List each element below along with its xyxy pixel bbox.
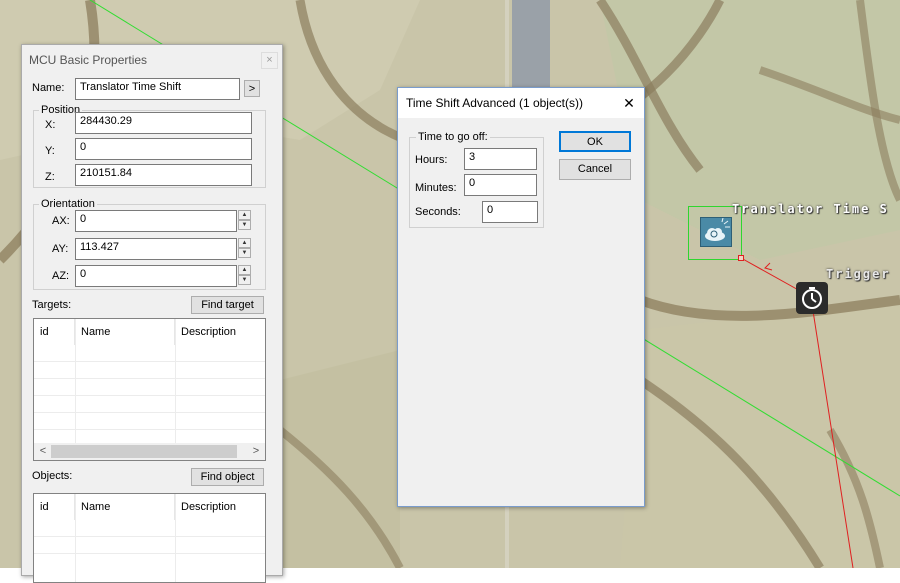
name-label: Name: (32, 82, 65, 94)
objects-col-name[interactable]: Name (75, 494, 175, 520)
objects-row-line (34, 536, 265, 537)
find-object-button[interactable]: Find object (191, 468, 264, 486)
objects-divider (75, 494, 76, 582)
name-arrow-button[interactable]: > (244, 80, 260, 97)
x-label: X: (45, 119, 56, 131)
time-shift-dialog: Time Shift Advanced (1 object(s)) ✕ Time… (397, 87, 645, 507)
find-target-button[interactable]: Find target (191, 296, 264, 314)
targets-label: Targets: (32, 299, 72, 311)
panel-close-button[interactable]: × (261, 52, 278, 69)
scroll-right-button[interactable]: > (249, 443, 263, 460)
translator-map-label: Translator Time S (732, 202, 889, 216)
targets-row-line (34, 378, 265, 379)
targets-col-id[interactable]: id (34, 319, 75, 345)
time-group-title: Time to go off: (416, 131, 490, 143)
orientation-group-title: Orientation (39, 198, 97, 210)
targets-divider (175, 319, 176, 460)
ok-button[interactable]: OK (559, 131, 631, 152)
az-label: AZ: (52, 270, 70, 282)
z-field[interactable]: 210151.84 (75, 164, 252, 186)
clock-icon[interactable] (796, 282, 828, 314)
ax-label: AX: (52, 215, 70, 227)
ay-field[interactable]: 113.427 (75, 238, 237, 260)
targets-table[interactable]: id Name Description < > (33, 318, 266, 461)
objects-divider (175, 494, 176, 582)
y-field[interactable]: 0 (75, 138, 252, 160)
x-field[interactable]: 284430.29 (75, 112, 252, 134)
cancel-button[interactable]: Cancel (559, 159, 631, 180)
scroll-left-button[interactable]: < (36, 443, 50, 460)
panel-title: MCU Basic Properties (29, 53, 148, 67)
targets-row-line (34, 412, 265, 413)
objects-table[interactable]: id Name Description (33, 493, 266, 583)
objects-row-line (34, 553, 265, 554)
targets-col-name[interactable]: Name (75, 319, 175, 345)
targets-row-line (34, 395, 265, 396)
hours-field[interactable]: 3 (464, 148, 537, 170)
targets-divider (75, 319, 76, 460)
ax-field[interactable]: 0 (75, 210, 237, 232)
y-label: Y: (45, 145, 55, 157)
minutes-label: Minutes: (415, 182, 457, 194)
translator-resize-handle[interactable] (738, 255, 744, 261)
cloud-timeshift-icon[interactable] (700, 217, 732, 247)
dialog-close-icon[interactable]: ✕ (620, 94, 638, 112)
az-field[interactable]: 0 (75, 265, 237, 287)
targets-row-line (34, 361, 265, 362)
targets-hscroll-thumb[interactable] (51, 445, 237, 458)
az-spinner[interactable]: ▲ ▼ (238, 265, 251, 286)
trigger-map-label: Trigger (826, 267, 891, 281)
mcu-properties-panel: MCU Basic Properties × Name: Translator … (21, 44, 283, 583)
targets-row-line (34, 429, 265, 430)
objects-col-description[interactable]: Description (175, 494, 265, 520)
ay-label: AY: (52, 243, 69, 255)
z-label: Z: (45, 171, 55, 183)
objects-col-id[interactable]: id (34, 494, 75, 520)
dialog-title: Time Shift Advanced (1 object(s)) (406, 96, 583, 110)
seconds-field[interactable]: 0 (482, 201, 538, 223)
objects-label: Objects: (32, 470, 73, 482)
minutes-field[interactable]: 0 (464, 174, 537, 196)
seconds-label: Seconds: (415, 206, 461, 218)
dialog-titlebar[interactable]: Time Shift Advanced (1 object(s)) ✕ (398, 88, 644, 118)
targets-hscrollbar[interactable]: < > (34, 443, 265, 460)
ay-spinner[interactable]: ▲ ▼ (238, 238, 251, 259)
ax-spinner[interactable]: ▲ ▼ (238, 210, 251, 231)
targets-col-description[interactable]: Description (175, 319, 265, 345)
name-field[interactable]: Translator Time Shift (75, 78, 240, 100)
hours-label: Hours: (415, 154, 448, 166)
